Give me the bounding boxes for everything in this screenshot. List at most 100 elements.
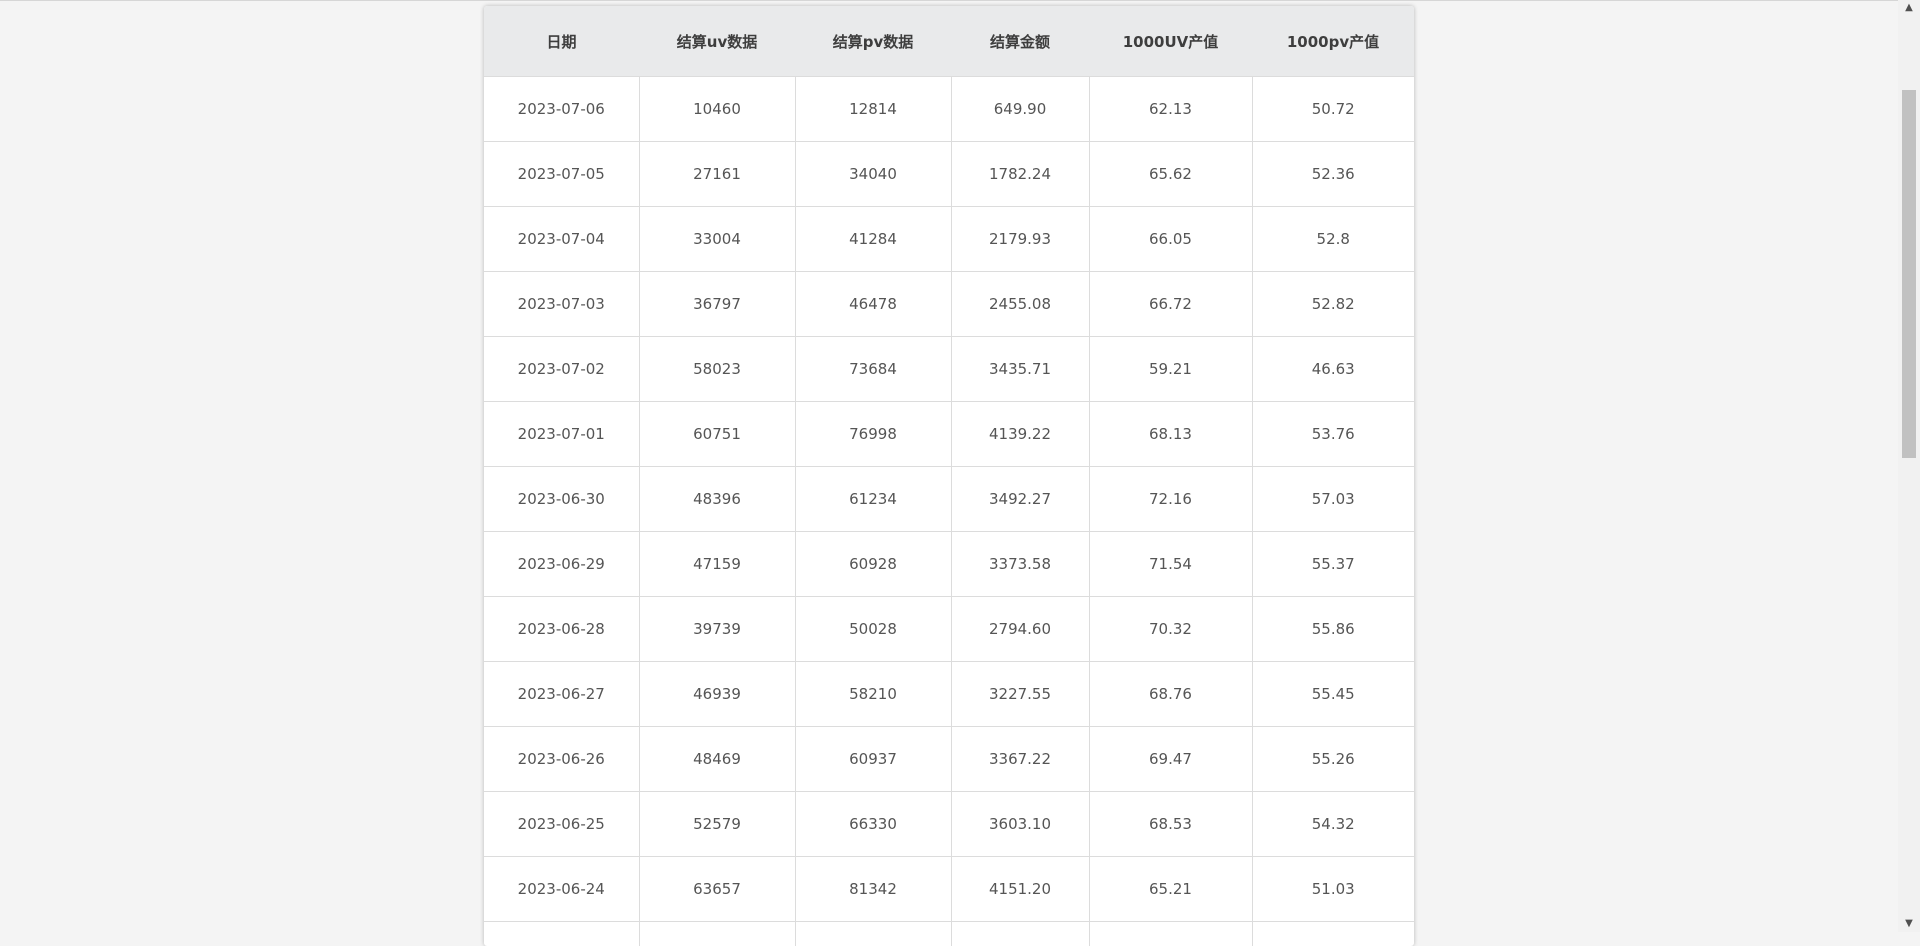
cell-date: 2023-06-28 (484, 597, 639, 662)
table-row: 2023-07-061046012814649.9062.1350.72 (484, 77, 1414, 142)
table-row: 2023-06-2746939582103227.5568.7655.45 (484, 662, 1414, 727)
table-row: 2023-07-0336797464782455.0866.7252.82 (484, 272, 1414, 337)
column-header-1000pv-value[interactable]: 1000pv产值 (1252, 6, 1414, 77)
cell-1000uv-value: 65.62 (1089, 142, 1252, 207)
cell-1000uv-value: 66.05 (1089, 207, 1252, 272)
cell-amount: 3227.55 (951, 662, 1089, 727)
table-row: 2023-06-3048396612343492.2772.1657.03 (484, 467, 1414, 532)
cell-1000pv-value: 52.8 (1252, 207, 1414, 272)
cell-1000pv-value: 55.45 (1252, 662, 1414, 727)
cell-pv: 60937 (795, 727, 951, 792)
table-row: 2023-06-2839739500282794.6070.3255.86 (484, 597, 1414, 662)
cell-amount: 3373.58 (951, 532, 1089, 597)
cell-1000pv-value: 46.63 (1252, 337, 1414, 402)
table-header-row: 日期 结算uv数据 结算pv数据 结算金额 1000UV产值 1000pv产值 (484, 6, 1414, 77)
cell-date (484, 922, 639, 946)
table-row: 2023-06-2947159609283373.5871.5455.37 (484, 532, 1414, 597)
cell-amount: 2179.93 (951, 207, 1089, 272)
scroll-up-arrow-icon[interactable]: ▲ (1898, 0, 1920, 16)
cell-uv: 46939 (639, 662, 795, 727)
cell-1000uv-value: 68.13 (1089, 402, 1252, 467)
cell-amount: 3367.22 (951, 727, 1089, 792)
cell-pv: 50028 (795, 597, 951, 662)
cell-pv: 60928 (795, 532, 951, 597)
cell-uv (639, 922, 795, 946)
cell-1000uv-value: 70.32 (1089, 597, 1252, 662)
cell-uv: 27161 (639, 142, 795, 207)
cell-amount (951, 922, 1089, 946)
cell-1000uv-value: 68.53 (1089, 792, 1252, 857)
cell-pv (795, 922, 951, 946)
cell-pv: 41284 (795, 207, 951, 272)
cell-amount: 2455.08 (951, 272, 1089, 337)
cell-amount: 1782.24 (951, 142, 1089, 207)
cell-1000uv-value: 69.47 (1089, 727, 1252, 792)
cell-1000pv-value: 55.26 (1252, 727, 1414, 792)
cell-1000pv-value: 55.37 (1252, 532, 1414, 597)
column-header-pv[interactable]: 结算pv数据 (795, 6, 951, 77)
data-table-container: 日期 结算uv数据 结算pv数据 结算金额 1000UV产值 1000pv产值 … (484, 6, 1414, 946)
cell-1000uv-value: 72.16 (1089, 467, 1252, 532)
table-row (484, 922, 1414, 946)
cell-1000uv-value: 68.76 (1089, 662, 1252, 727)
cell-amount: 3603.10 (951, 792, 1089, 857)
scroll-down-arrow-icon[interactable]: ▼ (1898, 916, 1920, 932)
cell-amount: 3435.71 (951, 337, 1089, 402)
cell-date: 2023-07-05 (484, 142, 639, 207)
cell-uv: 48469 (639, 727, 795, 792)
cell-1000uv-value: 66.72 (1089, 272, 1252, 337)
cell-amount: 2794.60 (951, 597, 1089, 662)
table-row: 2023-06-2552579663303603.1068.5354.32 (484, 792, 1414, 857)
cell-1000uv-value (1089, 922, 1252, 946)
cell-pv: 34040 (795, 142, 951, 207)
cell-date: 2023-07-03 (484, 272, 639, 337)
table-row: 2023-07-0433004412842179.9366.0552.8 (484, 207, 1414, 272)
cell-1000pv-value: 53.76 (1252, 402, 1414, 467)
cell-pv: 76998 (795, 402, 951, 467)
column-header-uv[interactable]: 结算uv数据 (639, 6, 795, 77)
cell-pv: 73684 (795, 337, 951, 402)
cell-1000uv-value: 71.54 (1089, 532, 1252, 597)
cell-date: 2023-06-27 (484, 662, 639, 727)
cell-amount: 4151.20 (951, 857, 1089, 922)
cell-amount: 3492.27 (951, 467, 1089, 532)
cell-uv: 10460 (639, 77, 795, 142)
cell-date: 2023-07-02 (484, 337, 639, 402)
cell-uv: 58023 (639, 337, 795, 402)
cell-pv: 66330 (795, 792, 951, 857)
cell-uv: 39739 (639, 597, 795, 662)
cell-uv: 47159 (639, 532, 795, 597)
table-body: 2023-07-061046012814649.9062.1350.722023… (484, 77, 1414, 946)
column-header-date[interactable]: 日期 (484, 6, 639, 77)
table-row: 2023-07-0527161340401782.2465.6252.36 (484, 142, 1414, 207)
cell-1000uv-value: 62.13 (1089, 77, 1252, 142)
cell-pv: 46478 (795, 272, 951, 337)
cell-date: 2023-07-01 (484, 402, 639, 467)
cell-uv: 63657 (639, 857, 795, 922)
cell-1000pv-value: 54.32 (1252, 792, 1414, 857)
table-row: 2023-06-2463657813424151.2065.2151.03 (484, 857, 1414, 922)
cell-1000uv-value: 59.21 (1089, 337, 1252, 402)
cell-uv: 60751 (639, 402, 795, 467)
cell-uv: 52579 (639, 792, 795, 857)
cell-uv: 36797 (639, 272, 795, 337)
column-header-1000uv-value[interactable]: 1000UV产值 (1089, 6, 1252, 77)
cell-date: 2023-06-24 (484, 857, 639, 922)
cell-date: 2023-06-30 (484, 467, 639, 532)
cell-1000pv-value: 57.03 (1252, 467, 1414, 532)
cell-1000pv-value: 55.86 (1252, 597, 1414, 662)
table-row: 2023-06-2648469609373367.2269.4755.26 (484, 727, 1414, 792)
cell-date: 2023-06-25 (484, 792, 639, 857)
column-header-amount[interactable]: 结算金额 (951, 6, 1089, 77)
cell-pv: 12814 (795, 77, 951, 142)
cell-amount: 4139.22 (951, 402, 1089, 467)
table-row: 2023-07-0258023736843435.7159.2146.63 (484, 337, 1414, 402)
cell-date: 2023-06-26 (484, 727, 639, 792)
cell-1000pv-value: 52.82 (1252, 272, 1414, 337)
cell-date: 2023-07-04 (484, 207, 639, 272)
scrollbar-thumb[interactable] (1902, 90, 1916, 458)
cell-pv: 61234 (795, 467, 951, 532)
page-scrollbar[interactable]: ▲ ▼ (1898, 0, 1920, 932)
cell-uv: 33004 (639, 207, 795, 272)
cell-1000pv-value (1252, 922, 1414, 946)
